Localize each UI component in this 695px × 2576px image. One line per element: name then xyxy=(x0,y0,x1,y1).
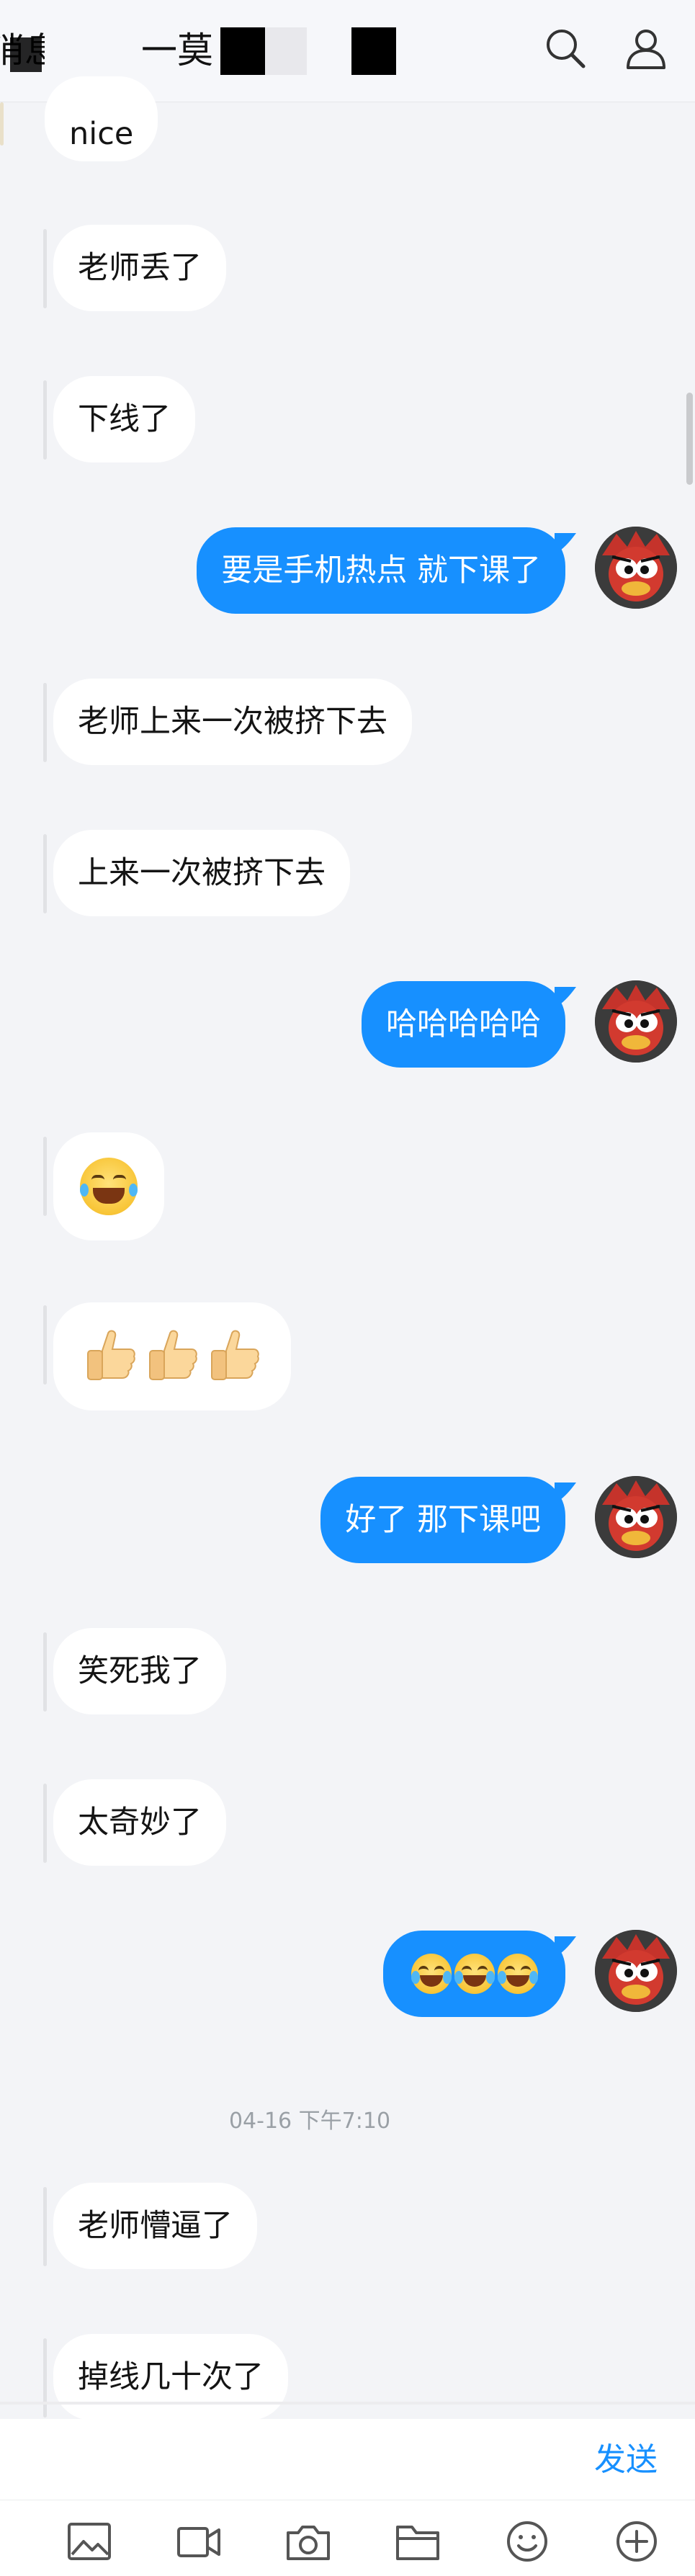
tears-of-joy-icon xyxy=(454,1954,495,1994)
search-icon[interactable] xyxy=(543,26,588,71)
tears-of-joy-icon xyxy=(80,1158,138,1215)
quote-line xyxy=(43,380,47,460)
bubble-tail xyxy=(555,1936,576,1958)
message-bubble-outgoing[interactable]: 好了 那下课吧 xyxy=(320,1477,565,1563)
avatar[interactable] xyxy=(595,527,677,609)
chat-title: 一莫 xyxy=(141,30,213,71)
message-text: nice xyxy=(69,116,134,152)
message-bubble[interactable]: 老师丢了 xyxy=(53,225,226,311)
avatar[interactable] xyxy=(595,1476,677,1558)
timestamp: 04-16 下午7:10 xyxy=(228,2108,391,2134)
quote-line xyxy=(43,2338,47,2418)
video-icon[interactable] xyxy=(176,2520,222,2563)
message-text: 哈哈哈哈哈 xyxy=(386,1006,541,1042)
message-text: 老师丢了 xyxy=(78,250,202,286)
redaction-block xyxy=(351,27,396,75)
chat-screen: 消息 一莫 nice 老师丢了 下线了 要是手机热点 就下课了 xyxy=(0,0,695,2576)
thumbs-up-icon xyxy=(149,1330,197,1380)
message-text: 上来一次被挤下去 xyxy=(78,855,326,891)
message-text: 笑死我了 xyxy=(78,1653,202,1689)
bubble-tail xyxy=(555,533,576,555)
camera-icon[interactable] xyxy=(285,2520,331,2563)
quote-line xyxy=(43,683,47,762)
message-bubble[interactable] xyxy=(53,1132,164,1240)
redaction-block xyxy=(10,37,42,72)
send-button[interactable]: 发送 xyxy=(594,2438,658,2482)
avatar[interactable] xyxy=(595,1930,677,2012)
message-text: 好了 那下课吧 xyxy=(345,1502,541,1538)
plus-icon[interactable] xyxy=(614,2520,660,2563)
message-bubble-outgoing[interactable]: 要是手机热点 就下课了 xyxy=(197,527,565,614)
message-bubble-outgoing[interactable]: 哈哈哈哈哈 xyxy=(362,981,565,1068)
thumbs-up-icon xyxy=(211,1330,259,1380)
quote-line xyxy=(43,1784,47,1863)
redaction-block xyxy=(220,27,265,75)
profile-icon[interactable] xyxy=(624,26,668,71)
emoji-icon[interactable] xyxy=(504,2520,550,2563)
redaction-block xyxy=(265,27,307,75)
message-bubble[interactable]: 掉线几十次了 xyxy=(53,2334,288,2420)
message-bubble[interactable] xyxy=(53,1302,291,1410)
message-text: 掉线几十次了 xyxy=(78,2359,264,2395)
message-text: 太奇妙了 xyxy=(78,1804,202,1841)
message-bubble[interactable]: 老师懵逼了 xyxy=(53,2183,257,2269)
divider xyxy=(0,2402,695,2405)
quote-line xyxy=(43,1305,47,1385)
thumbs-up-icon xyxy=(87,1330,135,1380)
message-text: 老师懵逼了 xyxy=(78,2208,233,2244)
message-text: 下线了 xyxy=(78,401,171,437)
quote-line xyxy=(0,102,4,146)
quote-line xyxy=(43,1137,47,1216)
folder-icon[interactable] xyxy=(395,2520,441,2563)
message-text: 老师上来一次被挤下去 xyxy=(78,704,387,740)
bubble-tail xyxy=(555,1482,576,1504)
message-bubble[interactable]: 上来一次被挤下去 xyxy=(53,830,350,916)
image-icon[interactable] xyxy=(66,2520,112,2563)
message-text: 要是手机热点 就下课了 xyxy=(221,553,541,589)
tears-of-joy-icon xyxy=(497,1954,538,1994)
bubble-tail xyxy=(555,987,576,1009)
message-input[interactable] xyxy=(14,2426,576,2491)
quote-line xyxy=(43,229,47,308)
quote-line xyxy=(43,834,47,913)
message-bubble[interactable]: 笑死我了 xyxy=(53,1628,226,1714)
message-bubble[interactable]: nice xyxy=(45,76,158,161)
message-bubble[interactable]: 太奇妙了 xyxy=(53,1779,226,1866)
tears-of-joy-icon xyxy=(411,1954,452,1994)
message-bubble[interactable]: 下线了 xyxy=(53,376,195,462)
message-bubble-outgoing[interactable] xyxy=(383,1931,565,2017)
message-bubble[interactable]: 老师上来一次被挤下去 xyxy=(53,679,412,765)
scrollbar[interactable] xyxy=(686,393,693,485)
avatar[interactable] xyxy=(595,980,677,1063)
quote-line xyxy=(43,1632,47,1712)
input-area xyxy=(0,2419,695,2505)
quote-line xyxy=(43,2187,47,2266)
